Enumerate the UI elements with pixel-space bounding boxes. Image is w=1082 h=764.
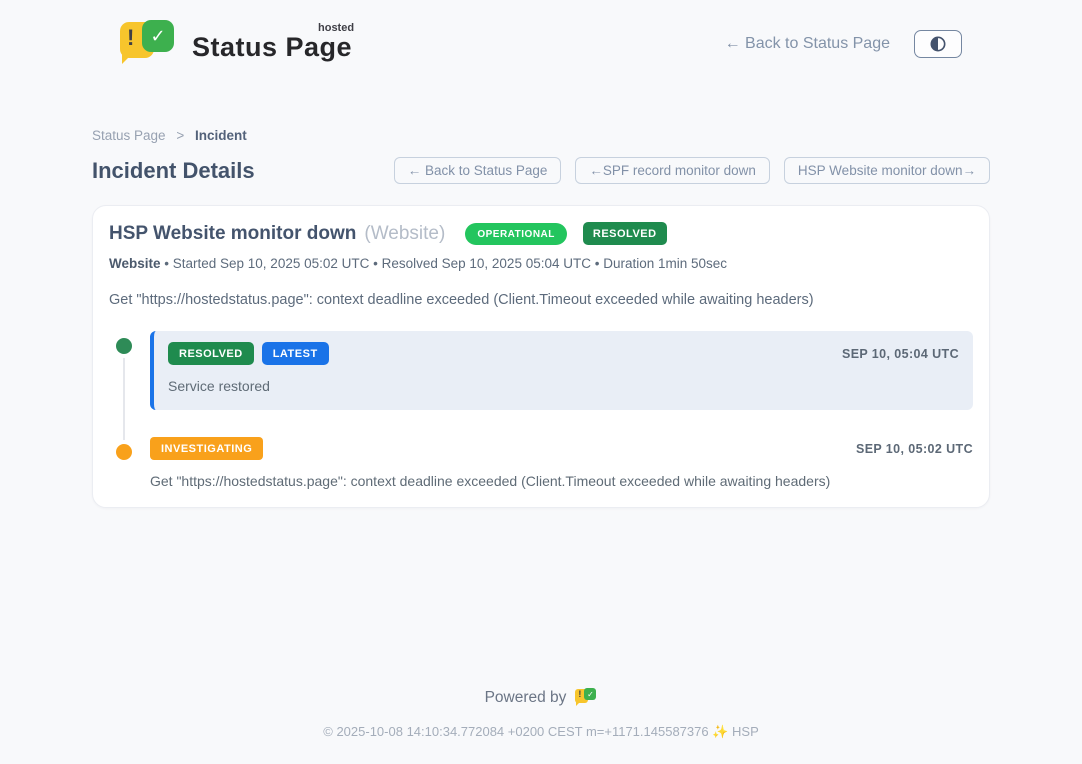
incident-description: Get "https://hostedstatus.page": context… bbox=[109, 292, 973, 308]
half-circle-contrast-icon bbox=[928, 34, 948, 54]
mini-check-icon: ✓ bbox=[584, 688, 596, 700]
incident-title-row: HSP Website monitor down (Website) OPERA… bbox=[109, 222, 973, 245]
header-actions: ← Back to Status Page bbox=[725, 30, 962, 58]
hsp-mini-logo-icon[interactable]: ! ✓ bbox=[575, 688, 597, 707]
back-to-status-page-button[interactable]: ← Back to Status Page bbox=[394, 157, 562, 184]
timeline-entry-badges: INVESTIGATING bbox=[150, 437, 263, 460]
resolved-badge: RESOLVED bbox=[168, 342, 254, 365]
incident-timeline: RESOLVED LATEST SEP 10, 05:04 UTC Servic… bbox=[109, 331, 973, 489]
investigating-badge: INVESTIGATING bbox=[150, 437, 263, 460]
breadcrumb-current-incident: Incident bbox=[195, 128, 247, 143]
theme-toggle-button[interactable] bbox=[914, 30, 962, 58]
main-content: Status Page > Incident Incident Details … bbox=[92, 128, 990, 508]
timeline-entry-message: Get "https://hostedstatus.page": context… bbox=[150, 473, 973, 489]
breadcrumb-status-page-link[interactable]: Status Page bbox=[92, 128, 166, 143]
page-header: ! ✓ Status Page hosted ← Back to Status … bbox=[92, 0, 990, 76]
incident-card: HSP Website monitor down (Website) OPERA… bbox=[92, 205, 990, 508]
timeline-dot-green bbox=[116, 338, 132, 354]
timeline-entry-timestamp: SEP 10, 05:02 UTC bbox=[856, 442, 973, 456]
incident-meta: Website • Started Sep 10, 2025 05:02 UTC… bbox=[109, 256, 973, 271]
logo-hosted-superscript: hosted bbox=[318, 22, 354, 34]
status-page-logo[interactable]: ! ✓ Status Page hosted bbox=[118, 20, 352, 68]
timeline-entry-header: INVESTIGATING SEP 10, 05:02 UTC bbox=[150, 437, 973, 460]
timeline-item-resolved: RESOLVED LATEST SEP 10, 05:04 UTC Servic… bbox=[116, 331, 973, 410]
breadcrumb-separator: > bbox=[176, 128, 184, 143]
exclamation-icon: ! bbox=[127, 27, 134, 49]
next-incident-button[interactable]: HSP Website monitor down→ bbox=[784, 157, 990, 184]
timeline-entry-latest: RESOLVED LATEST SEP 10, 05:04 UTC Servic… bbox=[150, 331, 973, 410]
page-title: Incident Details bbox=[92, 158, 255, 184]
operational-status-badge: OPERATIONAL bbox=[465, 223, 567, 245]
resolved-state-badge: RESOLVED bbox=[583, 222, 667, 245]
incident-component: (Website) bbox=[364, 223, 445, 245]
previous-incident-button[interactable]: ←SPF record monitor down bbox=[575, 157, 770, 184]
mini-exclamation-icon: ! bbox=[578, 690, 581, 699]
title-row: Incident Details ← Back to Status Page ←… bbox=[92, 157, 990, 184]
powered-by-label: Powered by bbox=[485, 689, 567, 707]
powered-by: Powered by ! ✓ bbox=[485, 688, 598, 707]
logo-brand-text: Status Page bbox=[192, 32, 352, 62]
breadcrumb: Status Page > Incident bbox=[92, 128, 990, 143]
timeline-entry-badges: RESOLVED LATEST bbox=[168, 342, 329, 365]
timeline-dot-orange bbox=[116, 444, 132, 460]
timeline-entry-investigating: INVESTIGATING SEP 10, 05:02 UTC Get "htt… bbox=[150, 437, 973, 489]
incident-meta-details: • Started Sep 10, 2025 05:02 UTC • Resol… bbox=[161, 256, 728, 271]
header-back-to-status-page-link[interactable]: ← Back to Status Page bbox=[725, 35, 890, 53]
page-footer: Powered by ! ✓ © 2025-10-08 14:10:34.772… bbox=[0, 688, 1082, 764]
timeline-entry-timestamp: SEP 10, 05:04 UTC bbox=[842, 347, 959, 361]
incident-title: HSP Website monitor down bbox=[109, 223, 356, 245]
copyright-line: © 2025-10-08 14:10:34.772084 +0200 CEST … bbox=[0, 724, 1082, 740]
incident-meta-component: Website bbox=[109, 256, 161, 271]
check-icon: ✓ bbox=[142, 20, 174, 52]
timeline-entry-message: Service restored bbox=[168, 378, 959, 394]
status-page-logo-icon: ! ✓ bbox=[118, 20, 180, 68]
timeline-item-investigating: INVESTIGATING SEP 10, 05:02 UTC Get "htt… bbox=[116, 437, 973, 489]
logo-wordmark: Status Page hosted bbox=[192, 20, 352, 63]
timeline-entry-header: RESOLVED LATEST SEP 10, 05:04 UTC bbox=[168, 342, 959, 365]
incident-nav-buttons: ← Back to Status Page ←SPF record monito… bbox=[394, 157, 990, 184]
latest-badge: LATEST bbox=[262, 342, 329, 365]
